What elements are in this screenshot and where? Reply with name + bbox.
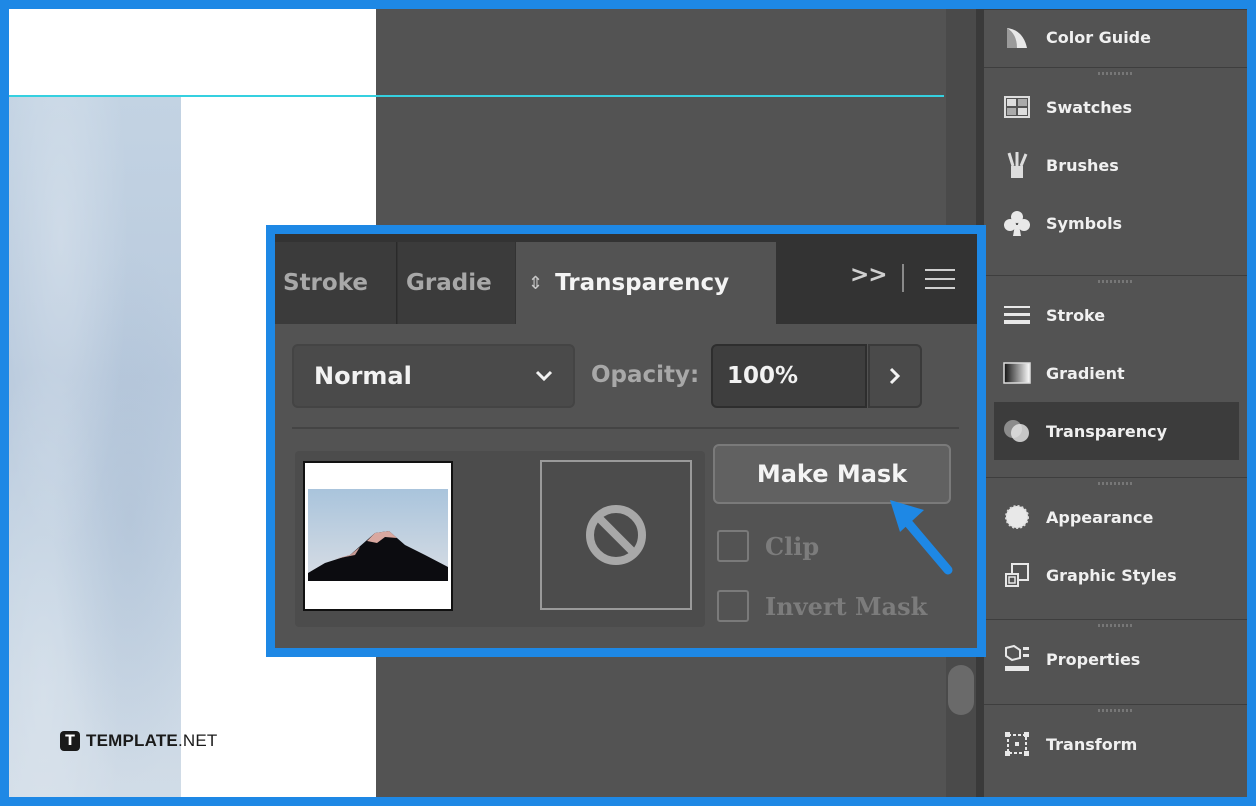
dock-grip[interactable] (984, 478, 1247, 488)
opacity-label: Opacity: (591, 362, 700, 388)
dock-item-appearance[interactable]: Appearance (984, 488, 1247, 546)
dock-item-label: Properties (1046, 649, 1141, 669)
scrollbar-thumb[interactable] (948, 665, 974, 715)
dock-item-label: Transform (1046, 734, 1138, 754)
properties-icon (1002, 644, 1032, 674)
clip-label: Clip (765, 531, 820, 561)
dock-grip[interactable] (984, 705, 1247, 715)
updown-chevron-icon: ⇕ (528, 272, 544, 294)
invert-mask-checkbox[interactable] (717, 590, 749, 622)
dock-item-label: Brushes (1046, 155, 1119, 175)
dock-group-1: Color Guide (984, 9, 1247, 65)
dock-group-5: Properties (984, 619, 1247, 688)
dock-item-label: Stroke (1046, 305, 1106, 325)
no-mask-icon (586, 505, 646, 565)
symbols-icon (1002, 208, 1032, 238)
stroke-icon (1002, 300, 1032, 330)
dock-grip[interactable] (984, 68, 1247, 78)
panel-menu-icon[interactable] (925, 269, 955, 289)
mountain-image-icon (308, 489, 448, 581)
dock-group-2: Swatches Brushes Symbols (984, 67, 1247, 252)
dock-item-transparency[interactable]: Transparency (994, 402, 1239, 460)
opacity-value: 100% (727, 363, 799, 389)
dock-item-brushes[interactable]: Brushes (984, 136, 1247, 194)
brushes-icon (1002, 150, 1032, 180)
blend-mode-value: Normal (314, 362, 412, 390)
opacity-input[interactable]: 100% (711, 344, 867, 408)
guide-line (9, 95, 944, 97)
blend-mode-select[interactable]: Normal (292, 344, 575, 408)
dock-grip[interactable] (984, 276, 1247, 286)
swatches-icon (1002, 92, 1032, 122)
artwork-thumbnail[interactable] (303, 461, 453, 611)
opacity-slider-button[interactable] (868, 344, 922, 408)
opacity-mask-slot[interactable] (540, 460, 692, 610)
tab-transparency[interactable]: ⇕ Transparency (516, 242, 776, 324)
tab-gradient[interactable]: Gradie (398, 242, 515, 324)
pointer-arrow-icon (880, 490, 960, 584)
tab-label: Gradie (406, 270, 492, 296)
clip-checkbox[interactable] (717, 530, 749, 562)
dock-item-label: Symbols (1046, 213, 1123, 233)
dock-item-stroke[interactable]: Stroke (984, 286, 1247, 344)
tab-stroke[interactable]: Stroke (275, 242, 397, 324)
template-logo-icon: T (60, 731, 80, 751)
tab-label: Stroke (283, 270, 368, 296)
invert-mask-label: Invert Mask (765, 591, 928, 621)
dock-group-4: Appearance Graphic Styles (984, 477, 1247, 604)
invert-mask-option[interactable]: Invert Mask (717, 590, 927, 622)
panel-tab-bar: Stroke Gradie ⇕ Transparency >> (275, 234, 977, 324)
dock-item-label: Transparency (1046, 421, 1168, 441)
dock-item-label: Appearance (1046, 507, 1154, 527)
clip-option[interactable]: Clip (717, 530, 819, 562)
dock-item-label: Graphic Styles (1046, 565, 1177, 585)
panel-dock: Color Guide Swatches Brushes Symbols Str… (984, 9, 1247, 797)
transparency-panel: Stroke Gradie ⇕ Transparency >> Normal O… (266, 225, 986, 657)
tab-label: Transparency (555, 270, 730, 296)
dock-item-label: Gradient (1046, 363, 1125, 383)
collapse-panel-button[interactable]: >> (850, 262, 888, 288)
watermark: T TEMPLATE.NET (60, 731, 217, 751)
dock-item-properties[interactable]: Properties (984, 630, 1247, 688)
panel-divider (292, 427, 959, 429)
dock-item-graphic-styles[interactable]: Graphic Styles (984, 546, 1247, 604)
watermark-text: TEMPLATE.NET (86, 731, 218, 750)
dock-item-symbols[interactable]: Symbols (984, 194, 1247, 252)
dock-item-gradient[interactable]: Gradient (984, 344, 1247, 402)
artboard-image (9, 97, 181, 797)
color-guide-icon (1002, 23, 1032, 53)
gradient-icon (1002, 358, 1032, 388)
dock-item-swatches[interactable]: Swatches (984, 78, 1247, 136)
chevron-right-icon (889, 367, 901, 385)
transparency-icon (1002, 416, 1032, 446)
chevron-down-icon (533, 364, 555, 390)
dock-item-transform[interactable]: Transform (984, 715, 1247, 773)
dock-item-label: Color Guide (1046, 28, 1151, 47)
transform-icon (1002, 729, 1032, 759)
tab-bar-divider (902, 264, 904, 292)
graphic-styles-icon (1002, 560, 1032, 590)
dock-grip[interactable] (984, 620, 1247, 630)
dock-group-6: Transform (984, 704, 1247, 797)
dock-item-label: Swatches (1046, 97, 1132, 117)
dock-group-3: Stroke Gradient Transparency (984, 275, 1247, 460)
dock-item-color-guide[interactable]: Color Guide (984, 10, 1247, 65)
appearance-icon (1002, 502, 1032, 532)
